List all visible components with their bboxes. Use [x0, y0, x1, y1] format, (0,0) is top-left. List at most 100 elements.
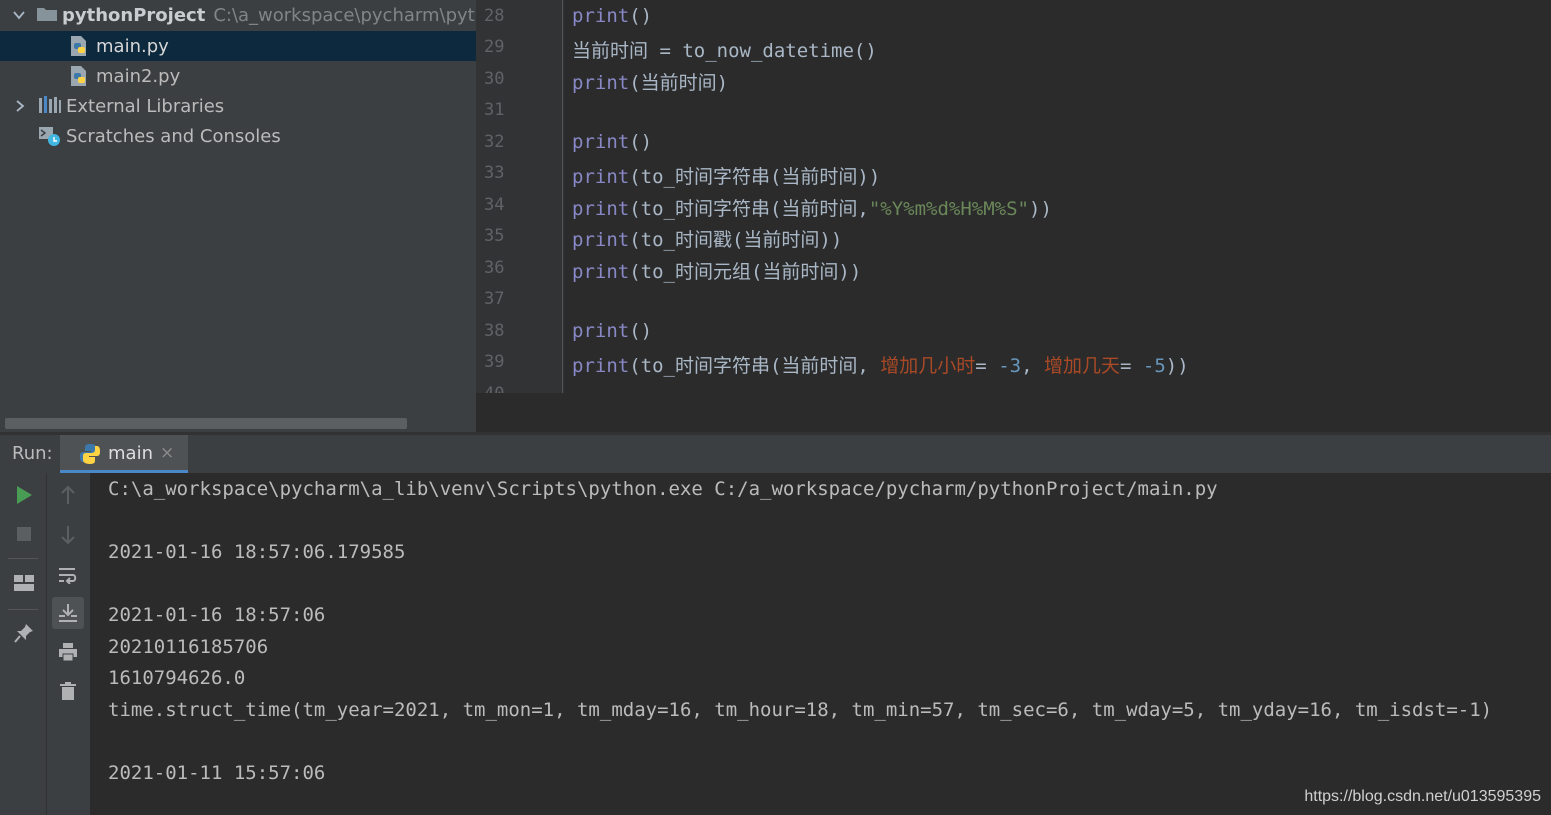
scratches-icon — [38, 125, 62, 147]
code-token: print — [572, 261, 630, 283]
line-number: 28 — [484, 6, 505, 26]
code-token: to_now_datetime() — [682, 40, 877, 62]
tab-main-label: main — [108, 443, 153, 464]
code-token: 当前时间 — [572, 40, 649, 62]
console-line: C:\a_workspace\pycharm\a_lib\venv\Script… — [108, 478, 1218, 500]
python-file-icon — [68, 65, 92, 87]
tree-item-main-py[interactable]: main.py — [0, 31, 476, 61]
run-toolbar-primary — [0, 473, 46, 815]
chevron-right-icon[interactable] — [12, 98, 28, 114]
code-token: 增加几天 — [1043, 355, 1120, 377]
tree-item-label: main2.py — [96, 65, 181, 87]
code-line-34[interactable]: print(to_时间字符串(当前时间,"%Y%m%d%H%M%S")) — [572, 194, 1052, 221]
toolbar-separator — [8, 558, 38, 559]
code-token: (to_时间字符串(当前时间, — [629, 355, 881, 377]
project-horizontal-scrollbar[interactable] — [5, 418, 407, 429]
console-output[interactable]: C:\a_workspace\pycharm\a_lib\venv\Script… — [90, 473, 1551, 815]
console-line: 20210116185706 — [108, 636, 269, 658]
python-file-icon — [68, 35, 92, 57]
tree-item-label: main.py — [96, 35, 169, 57]
line-number: 35 — [484, 226, 505, 246]
run-toolbar-secondary — [46, 473, 91, 815]
libraries-icon — [38, 95, 62, 117]
console-line: 1610794626.0 — [108, 667, 246, 689]
code-token: , — [1021, 355, 1044, 377]
project-name: pythonProject — [62, 4, 206, 26]
soft-wrap-icon[interactable] — [53, 560, 83, 590]
code-line-33[interactable]: print(to_时间字符串(当前时间)) — [572, 162, 880, 189]
code-token: (to_时间字符串(当前时间, — [629, 198, 869, 220]
code-token: () — [629, 131, 653, 153]
line-number: 30 — [484, 69, 505, 89]
stop-icon[interactable] — [9, 519, 39, 549]
up-arrow-icon[interactable] — [53, 480, 83, 510]
editor-bottom-area — [476, 393, 1551, 432]
code-line-30[interactable]: print(当前时间) — [572, 68, 728, 95]
console-line: 2021-01-16 18:57:06 — [108, 604, 326, 626]
code-token: () — [629, 5, 653, 27]
pin-icon[interactable] — [9, 618, 39, 648]
trash-icon[interactable] — [53, 676, 83, 706]
code-token: print — [572, 131, 630, 153]
line-number: 32 — [484, 132, 505, 152]
code-token: print — [572, 229, 630, 251]
console-line: 2021-01-11 15:57:06 — [108, 762, 326, 784]
line-number: 34 — [484, 195, 505, 215]
code-line-36[interactable]: print(to_时间元组(当前时间)) — [572, 257, 861, 284]
tree-item-external-libraries[interactable]: External Libraries — [0, 91, 476, 121]
tree-item-main2-py[interactable]: main2.py — [0, 61, 476, 91]
line-number: 33 — [484, 163, 505, 183]
code-token: print — [572, 5, 630, 27]
watermark: https://blog.csdn.net/u013595395 — [1304, 788, 1541, 805]
line-number: 37 — [484, 289, 505, 309]
code-line-35[interactable]: print(to_时间戳(当前时间)) — [572, 225, 842, 252]
code-token: (to_时间字符串(当前时间)) — [629, 166, 881, 188]
line-number: 36 — [484, 258, 505, 278]
tree-item-label: Scratches and Consoles — [66, 125, 281, 147]
code-token: = — [1119, 355, 1143, 377]
console-line: 2021-01-16 18:57:06.179585 — [108, 541, 406, 563]
code-token: (to_时间戳(当前时间)) — [629, 229, 843, 251]
project-panel: pythonProject C:\a_workspace\pycharm\pyt… — [0, 0, 476, 432]
code-line-38[interactable]: print() — [572, 320, 652, 342]
code-token: )) — [1165, 355, 1189, 377]
code-token: print — [572, 320, 630, 342]
print-icon[interactable] — [53, 637, 83, 667]
code-line-29[interactable]: 当前时间 = to_now_datetime() — [572, 36, 877, 63]
code-token: print — [572, 72, 630, 94]
close-icon[interactable]: × — [160, 443, 174, 463]
code-token: print — [572, 198, 630, 220]
code-token: print — [572, 166, 630, 188]
code-token: (to_时间元组(当前时间)) — [629, 261, 862, 283]
gutter-separator — [562, 0, 563, 393]
code-token: -3 — [998, 355, 1022, 377]
line-number: 31 — [484, 100, 505, 120]
code-token: -5 — [1142, 355, 1166, 377]
project-path: C:\a_workspace\pycharm\pythc — [213, 4, 476, 26]
tree-item-scratches[interactable]: Scratches and Consoles — [0, 121, 476, 151]
console-line: time.struct_time(tm_year=2021, tm_mon=1,… — [108, 699, 1493, 721]
toolbar-separator — [8, 609, 38, 610]
code-token: () — [629, 320, 653, 342]
tree-item-label: External Libraries — [66, 95, 225, 117]
line-number: 38 — [484, 321, 505, 341]
scroll-to-end-icon[interactable] — [52, 597, 84, 629]
line-number: 29 — [484, 37, 505, 57]
folder-icon — [36, 4, 58, 26]
run-icon[interactable] — [9, 480, 39, 510]
code-token: 增加几小时 — [880, 355, 976, 377]
layout-icon[interactable] — [9, 568, 39, 598]
python-icon — [79, 443, 101, 465]
down-arrow-icon[interactable] — [53, 520, 83, 550]
code-token: )) — [1029, 198, 1052, 220]
code-line-39[interactable]: print(to_时间字符串(当前时间, 增加几小时= -3, 增加几天= -5… — [572, 351, 1189, 378]
code-editor[interactable]: print() 当前时间 = to_now_datetime() print(当… — [564, 0, 1551, 393]
chevron-down-icon[interactable] — [12, 7, 26, 23]
code-token: print — [572, 355, 630, 377]
code-token: (当前时间) — [629, 72, 729, 94]
code-line-32[interactable]: print() — [572, 131, 652, 153]
tree-root-row[interactable]: pythonProject C:\a_workspace\pycharm\pyt… — [0, 0, 476, 30]
code-line-28[interactable]: print() — [572, 5, 652, 27]
code-token: "%Y%m%d%H%M%S" — [868, 198, 1029, 220]
line-number: 40 — [484, 384, 514, 393]
